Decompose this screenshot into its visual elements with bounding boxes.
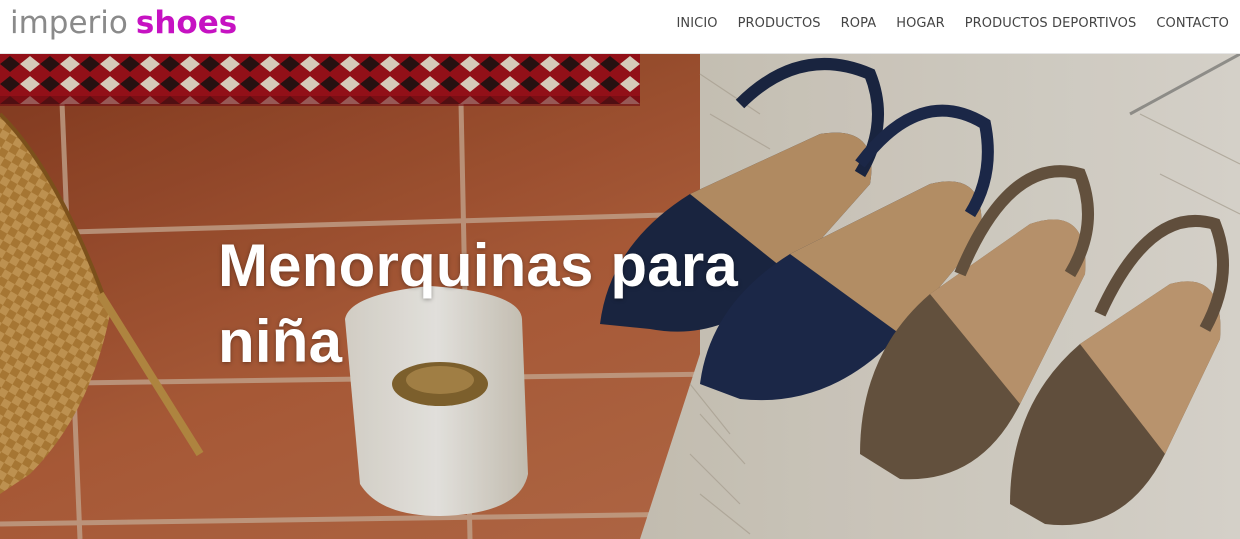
logo-text-imperio: imperio	[10, 5, 128, 41]
nav-link-hogar[interactable]: HOGAR	[896, 16, 945, 31]
site-logo[interactable]: imperio shoes	[10, 8, 237, 39]
main-nav: INICIO PRODUCTOS ROPA HOGAR PRODUCTOS DE…	[676, 12, 1229, 31]
nav-link-productos[interactable]: PRODUCTOS	[738, 16, 821, 31]
nav-link-contacto[interactable]: CONTACTO	[1156, 16, 1229, 31]
nav-item-ropa: ROPA	[841, 12, 877, 31]
logo-text-shoes: shoes	[135, 5, 238, 41]
site-header: imperio shoes INICIO PRODUCTOS ROPA HOGA…	[0, 0, 1240, 54]
hero-title: Menorquinas para niña	[218, 232, 738, 375]
nav-item-contacto: CONTACTO	[1156, 12, 1229, 31]
nav-item-productos-deportivos: PRODUCTOS DEPORTIVOS	[965, 12, 1137, 31]
nav-item-hogar: HOGAR	[896, 12, 945, 31]
hero-banner: Menorquinas para niña	[0, 54, 1240, 539]
nav-item-inicio: INICIO	[676, 12, 717, 31]
nav-item-productos: PRODUCTOS	[738, 12, 821, 31]
nav-link-ropa[interactable]: ROPA	[841, 16, 877, 31]
nav-link-inicio[interactable]: INICIO	[676, 16, 717, 31]
nav-link-productos-deportivos[interactable]: PRODUCTOS DEPORTIVOS	[965, 16, 1137, 31]
